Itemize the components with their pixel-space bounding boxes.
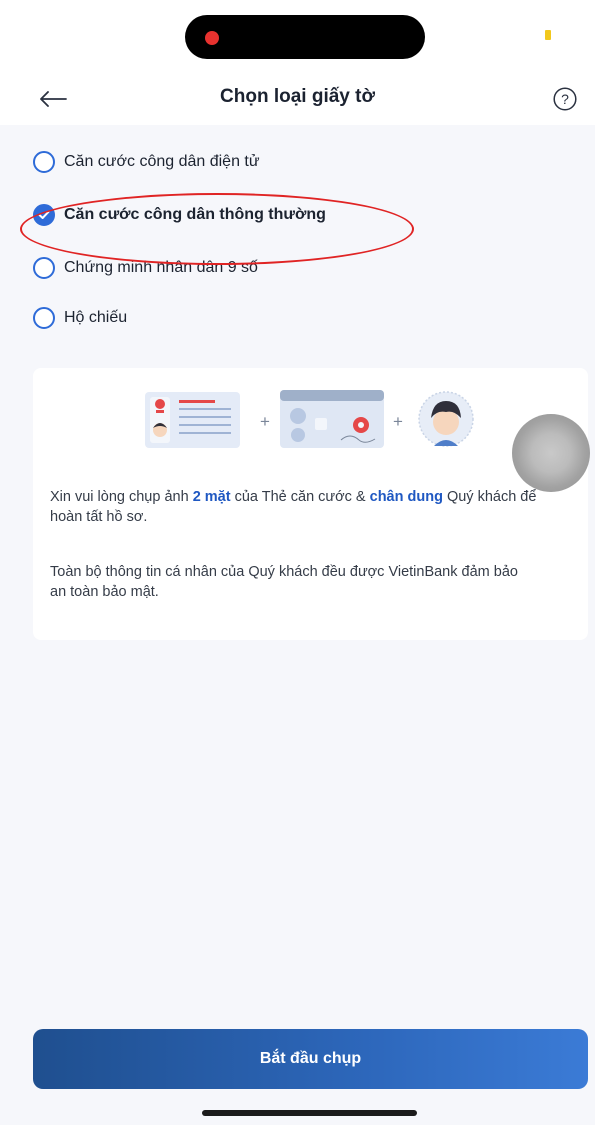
status-indicator-icon [545, 30, 551, 40]
option-passport[interactable]: Hộ chiếu [33, 301, 127, 335]
radio-unchecked-icon[interactable] [33, 257, 55, 279]
touch-indicator [512, 414, 590, 492]
option-label: Căn cước công dân điện tử [64, 153, 260, 170]
option-cmnd-9[interactable]: Chứng minh nhân dân 9 số [33, 251, 258, 285]
option-label: Chứng minh nhân dân 9 số [64, 259, 258, 276]
help-button[interactable]: ? [553, 87, 577, 111]
id-card-back-icon [280, 390, 384, 448]
highlight-2-sides: 2 mặt [192, 489, 231, 505]
option-cccd-electronic[interactable]: Căn cước công dân điện tử [33, 145, 260, 179]
option-label: Hộ chiếu [64, 309, 128, 326]
id-card-front-icon [145, 392, 240, 448]
highlight-portrait: chân dung [369, 489, 443, 505]
dynamic-island [185, 15, 425, 59]
radio-unchecked-icon[interactable] [33, 151, 55, 173]
question-circle-icon: ? [553, 87, 577, 111]
radio-unchecked-icon[interactable] [33, 307, 55, 329]
checkmark-icon [38, 210, 50, 219]
radio-checked-icon[interactable] [33, 204, 55, 226]
start-capture-button[interactable]: Bắt đầu chụp [33, 1029, 588, 1089]
help-symbol: ? [561, 91, 569, 107]
home-indicator [202, 1110, 417, 1116]
option-label: Căn cước công dân thông thường [64, 206, 326, 223]
plus-sign: + [393, 412, 403, 431]
portrait-face-icon [418, 391, 474, 447]
info-instruction-text: Xin vui lòng chụp ảnh 2 mặt của Thẻ căn … [50, 489, 537, 525]
option-cccd-standard[interactable]: Căn cước công dân thông thường [33, 198, 326, 232]
recording-indicator-icon [205, 31, 219, 45]
document-illustration: + + [145, 390, 474, 448]
plus-sign: + [260, 412, 270, 431]
info-security-text: Toàn bộ thông tin cá nhân của Quý khách … [50, 564, 518, 600]
page-title: Chọn loại giấy tờ [220, 86, 375, 107]
